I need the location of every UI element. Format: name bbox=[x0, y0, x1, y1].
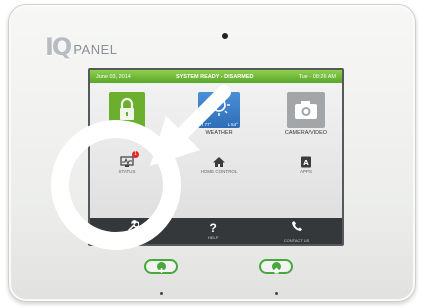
highlight-circle bbox=[51, 120, 181, 250]
annotation-overlay bbox=[51, 85, 231, 250]
arrow-icon bbox=[150, 85, 231, 166]
